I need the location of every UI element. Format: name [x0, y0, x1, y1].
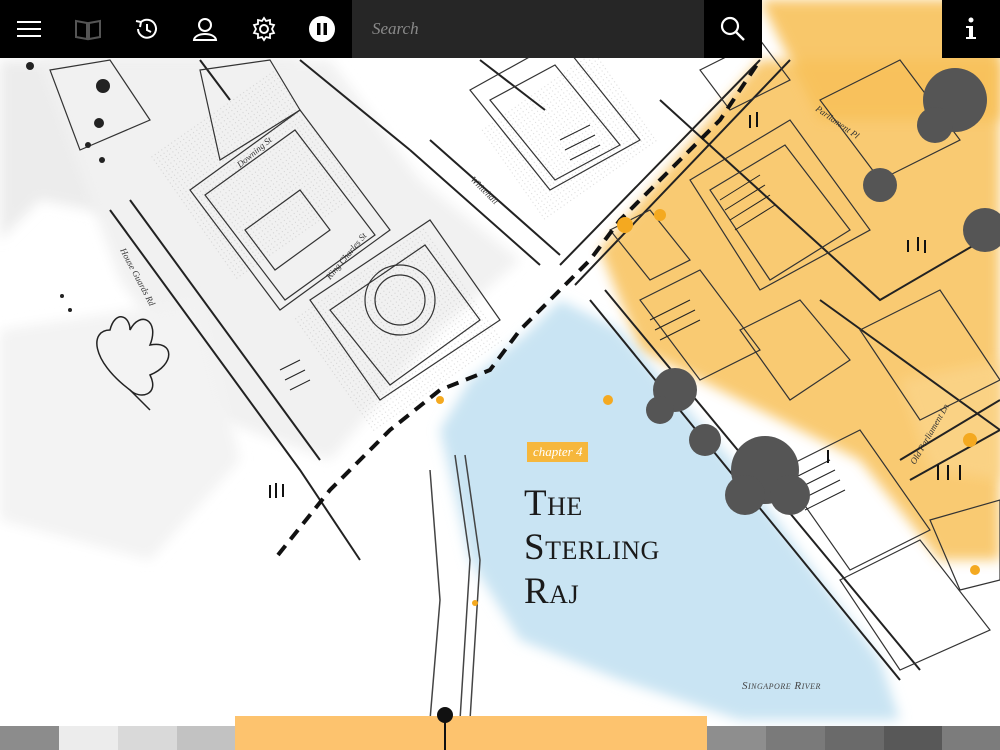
- history-clock-icon: [135, 18, 157, 39]
- timeline-scrubber-handle[interactable]: [437, 707, 453, 723]
- timeline-segment[interactable]: [0, 726, 59, 750]
- book-icon: [75, 19, 101, 41]
- timeline-segment[interactable]: [825, 726, 884, 750]
- search-icon: [720, 16, 745, 41]
- chapter-tag: chapter 4: [527, 442, 589, 462]
- map-illustration[interactable]: Downing St Whitehall King Charles St Hou…: [0, 0, 1000, 750]
- chapter-title-line-2: Sterling: [524, 527, 660, 568]
- info-icon: [966, 17, 976, 39]
- profile-button[interactable]: [176, 0, 234, 58]
- settings-button[interactable]: [235, 0, 293, 58]
- library-button[interactable]: [59, 0, 117, 58]
- timeline-segment[interactable]: [707, 726, 766, 750]
- map-label-river: Singapore River: [742, 680, 821, 692]
- map-label-whitehall: Whitehall: [469, 174, 501, 206]
- pause-button[interactable]: [293, 0, 351, 58]
- search-input[interactable]: [352, 0, 688, 58]
- history-button[interactable]: [117, 0, 175, 58]
- timeline-segment[interactable]: [118, 726, 177, 750]
- timeline-segment[interactable]: [942, 726, 1000, 750]
- timeline-current-chapter[interactable]: [235, 716, 707, 750]
- timeline-segment[interactable]: [884, 726, 942, 750]
- timeline-segment[interactable]: [59, 726, 118, 750]
- chapter-title-line-1: The: [524, 483, 583, 524]
- timeline-segment[interactable]: [177, 726, 235, 750]
- menu-button[interactable]: [0, 0, 58, 58]
- search-bar: [352, 0, 704, 58]
- chapter-title[interactable]: The Sterling Raj: [524, 482, 754, 614]
- chapter-title-line-3: Raj: [524, 571, 580, 612]
- top-toolbar: [0, 0, 762, 58]
- pause-icon: [309, 16, 335, 42]
- timeline-segment[interactable]: [766, 726, 825, 750]
- search-button[interactable]: [704, 0, 762, 58]
- user-profile-icon: [192, 18, 218, 41]
- gear-icon: [252, 16, 276, 42]
- info-button[interactable]: [942, 0, 1000, 58]
- hamburger-menu-icon: [17, 21, 41, 37]
